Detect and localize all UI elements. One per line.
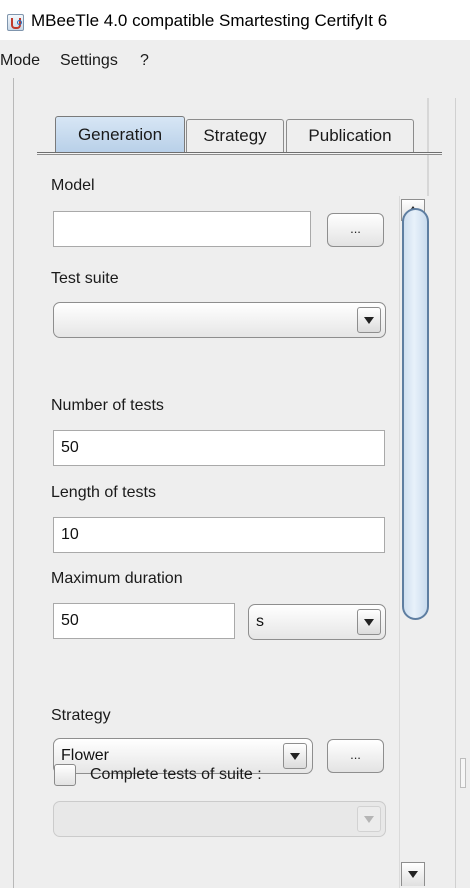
strategy-label: Strategy [51,707,111,724]
tab-publication[interactable]: Publication [286,119,414,153]
tab-generation[interactable]: Generation [55,116,185,154]
complete-tests-label: Complete tests of suite : [90,766,262,783]
right-panel-handle[interactable] [460,758,466,788]
duration-unit-select[interactable]: s [248,604,386,640]
dropdown-arrow-icon [357,806,381,832]
strategy-options-button[interactable]: ... [327,739,384,773]
length-of-tests-input[interactable]: 10 [53,517,385,553]
scroll-down-icon[interactable] [401,862,425,886]
dropdown-arrow-icon[interactable] [357,307,381,333]
title-bar: MBeeTle 4.0 compatible Smartesting Certi… [0,0,470,40]
window-title: MBeeTle 4.0 compatible Smartesting Certi… [31,11,388,30]
scroll-thumb[interactable] [402,208,429,620]
panel-border [13,78,14,888]
maximum-duration-label: Maximum duration [51,570,183,587]
menu-settings[interactable]: Settings [60,52,118,70]
suite-select-disabled [53,801,386,837]
menu-mode[interactable]: Mode [0,52,40,70]
model-label: Model [51,177,95,194]
number-of-tests-input[interactable]: 50 [53,430,385,466]
duration-unit-value: s [256,613,264,630]
dropdown-arrow-icon[interactable] [283,743,307,769]
test-suite-label: Test suite [51,270,119,287]
length-of-tests-label: Length of tests [51,484,156,501]
menu-bar: Mode Settings ? [0,40,470,78]
complete-tests-checkbox[interactable] [54,764,76,786]
number-of-tests-label: Number of tests [51,397,164,414]
maximum-duration-input[interactable]: 50 [53,603,235,639]
model-browse-button[interactable]: ... [327,213,384,247]
tab-strip-underline [37,152,442,155]
tab-strategy[interactable]: Strategy [186,119,284,153]
app-icon [7,14,24,31]
dropdown-arrow-icon[interactable] [357,609,381,635]
model-input[interactable] [53,211,311,247]
test-suite-select[interactable] [53,302,386,338]
menu-help[interactable]: ? [140,52,149,70]
